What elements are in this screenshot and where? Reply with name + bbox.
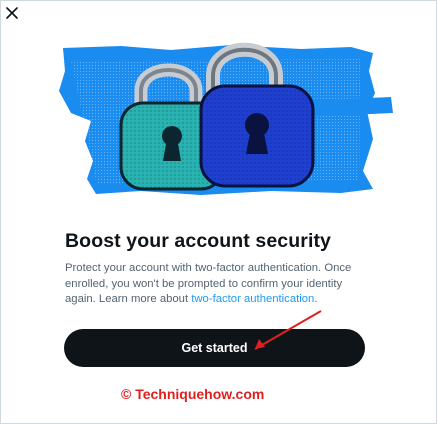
watermark: © Techniquehow.com: [121, 386, 265, 402]
dialog-description: Protect your account with two-factor aut…: [65, 261, 370, 308]
get-started-button[interactable]: Get started: [64, 329, 365, 367]
dialog-title: Boost your account security: [65, 230, 332, 252]
two-factor-link[interactable]: two-factor authentication: [191, 293, 314, 305]
security-dialog: Boost your account security Protect your…: [0, 0, 437, 424]
description-end: .: [314, 293, 318, 306]
padlocks-illustration: [59, 42, 393, 195]
